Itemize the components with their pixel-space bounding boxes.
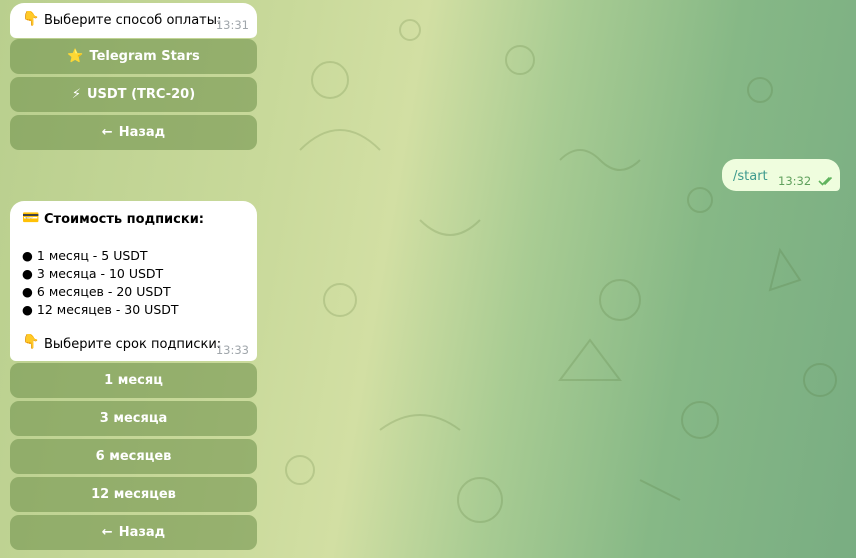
period-prompt-text: Выберите срок подписки: [44, 337, 222, 352]
arrow-left-icon: ← [101, 125, 113, 140]
lightning-icon: ⚡ [71, 87, 81, 102]
telegram-stars-button[interactable]: ⭐ Telegram Stars [10, 39, 257, 74]
payment-prompt-message: 👇 Выберите способ оплаты: 13:31 [10, 3, 257, 38]
arrow-left-icon: ← [101, 525, 113, 540]
back-button[interactable]: ← Назад [10, 515, 257, 550]
period-6-months-button[interactable]: 6 месяцев [10, 439, 257, 474]
message-time: 13:33 [215, 343, 249, 357]
subscription-title: Стоимость подписки: [44, 212, 204, 227]
double-check-icon [818, 176, 833, 186]
period-12-months-button[interactable]: 12 месяцев [10, 477, 257, 512]
price-item: ● 12 месяцев - 30 USDT [22, 302, 179, 317]
period-1-month-button[interactable]: 1 месяц [10, 363, 257, 398]
start-command-link[interactable]: /start [733, 169, 768, 184]
payment-prompt-text: Выберите способ оплаты: [44, 13, 222, 28]
back-button[interactable]: ← Назад [10, 115, 257, 150]
outgoing-message: /start 13:32 [722, 159, 840, 191]
period-3-months-button[interactable]: 3 месяца [10, 401, 257, 436]
message-time: 13:32 [778, 174, 812, 188]
price-item: ● 1 месяц - 5 USDT [22, 248, 148, 263]
price-item: ● 6 месяцев - 20 USDT [22, 284, 171, 299]
price-item: ● 3 месяца - 10 USDT [22, 266, 164, 281]
subscription-price-message: 💳 Стоимость подписки: ● 1 месяц - 5 USDT… [10, 201, 257, 361]
card-icon: 💳 [22, 210, 40, 226]
pointing-down-hand-icon: 👇 [22, 334, 40, 350]
star-icon: ⭐ [67, 49, 84, 64]
usdt-trc20-button[interactable]: ⚡ USDT (TRC-20) [10, 77, 257, 112]
message-time: 13:31 [215, 18, 249, 32]
pointing-down-hand-icon: 👇 [22, 11, 40, 27]
